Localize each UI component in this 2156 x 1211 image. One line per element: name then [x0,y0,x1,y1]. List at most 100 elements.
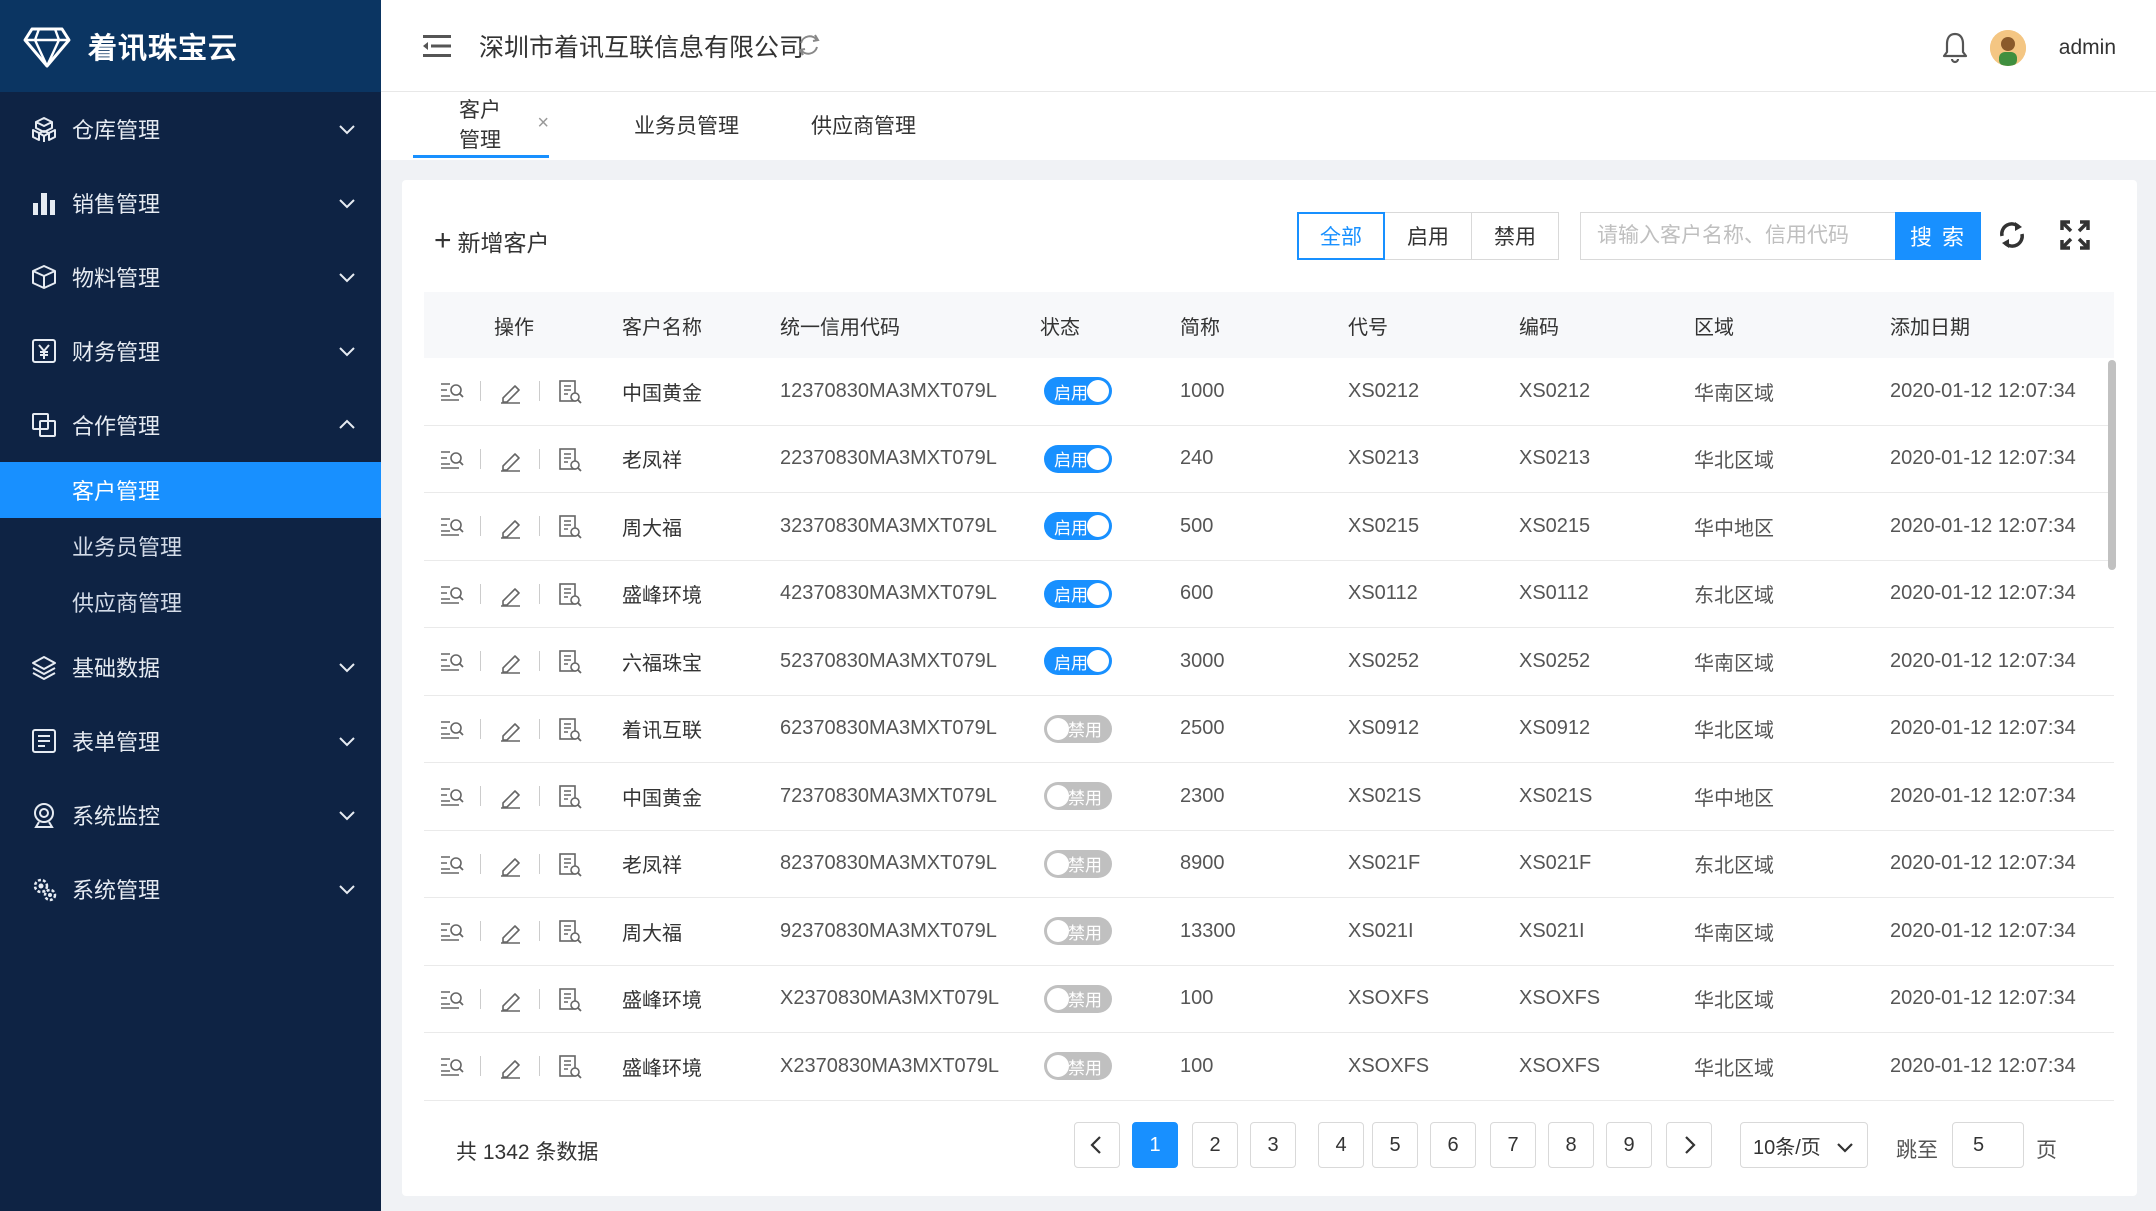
edit-icon[interactable] [497,648,523,675]
notification-bell-icon[interactable] [1940,30,1970,64]
edit-icon[interactable] [497,581,523,607]
document-icon[interactable] [556,851,582,877]
add-customer-button[interactable]: + 新增客户 [434,224,550,258]
document-icon[interactable] [556,986,582,1012]
page-button[interactable]: 2 [1192,1122,1238,1168]
tab-label: 客户管理 [459,98,501,152]
sidebar-item[interactable]: 表单管理 [0,704,381,778]
username[interactable]: admin [2059,36,2116,60]
refresh-icon[interactable] [1995,218,2029,252]
cell-short-name: 100 [1180,987,1214,1010]
edit-icon[interactable] [497,1053,523,1080]
switch-company-icon[interactable] [795,31,823,59]
view-detail-icon[interactable] [438,918,464,944]
sidebar-item[interactable]: 合作管理 [0,388,381,462]
view-detail-icon[interactable] [438,851,464,877]
view-detail-icon[interactable] [438,513,464,539]
sidebar-item[interactable]: 财务管理 [0,314,381,388]
page-button[interactable]: 1 [1132,1122,1178,1168]
edit-icon[interactable] [497,513,523,540]
edit-icon[interactable] [497,986,523,1012]
view-detail-icon[interactable] [438,446,464,472]
status-toggle[interactable]: 启用 [1044,647,1112,676]
page-button[interactable]: 4 [1318,1122,1364,1168]
edit-icon[interactable] [497,918,523,945]
status-toggle[interactable]: 禁用 [1044,849,1112,878]
sidebar-item[interactable]: 系统监控 [0,778,381,852]
sidebar-subitem[interactable]: 供应商管理 [0,574,381,630]
edit-icon[interactable] [497,378,523,405]
page-button[interactable]: 3 [1250,1122,1296,1168]
filter-all-button[interactable]: 全部 [1297,212,1385,260]
user-avatar[interactable] [1990,30,2026,66]
tab-customer[interactable]: 客户管理 × [413,92,549,158]
document-icon[interactable] [556,513,582,539]
sidebar-subitem[interactable]: 客户管理 [0,462,381,518]
sidebar-item[interactable]: 销售管理 [0,166,381,240]
menu-toggle-icon[interactable] [421,32,453,60]
view-detail-icon[interactable] [438,716,464,742]
status-toggle[interactable]: 禁用 [1044,1052,1112,1081]
table-row: 盛峰环境 X2370830MA3MXT079L 禁用 100 XSOXFS XSOXFS 华… [424,966,2114,1033]
cell-code: XS0112 [1519,582,1589,605]
document-icon[interactable] [556,1053,582,1079]
cell-alias: XS0212 [1348,379,1420,402]
page-button[interactable]: 7 [1490,1122,1536,1168]
cell-date: 2020-01-12 12:07:34 [1890,717,2076,740]
document-icon[interactable] [556,648,582,674]
status-toggle[interactable]: 启用 [1044,512,1112,541]
edit-icon[interactable] [497,783,523,810]
close-icon[interactable]: × [537,112,549,135]
cell-customer-name: 盛峰环境 [622,1057,702,1080]
status-toggle[interactable]: 启用 [1044,377,1112,406]
sidebar-subitem[interactable]: 业务员管理 [0,518,381,574]
status-toggle[interactable]: 禁用 [1044,714,1112,743]
status-toggle[interactable]: 启用 [1044,444,1112,473]
view-detail-icon[interactable] [438,581,464,607]
edit-icon[interactable] [497,716,523,742]
status-toggle-label: 禁用 [1068,991,1102,1011]
document-icon[interactable] [556,918,582,944]
tab-salesman[interactable]: 业务员管理 [634,92,739,158]
status-toggle[interactable]: 禁用 [1044,782,1112,811]
document-icon[interactable] [556,581,582,607]
logo[interactable]: 着讯珠宝云 [0,0,381,92]
page-button[interactable]: 6 [1430,1122,1476,1168]
edit-icon[interactable] [497,446,523,472]
sidebar-item[interactable]: 系统管理 [0,852,381,926]
tab-supplier[interactable]: 供应商管理 [811,92,916,158]
fullscreen-icon[interactable] [2058,218,2092,252]
search-button[interactable]: 搜 索 [1895,212,1981,260]
table-scrollbar[interactable] [2108,360,2116,570]
status-toggle[interactable]: 启用 [1044,579,1112,608]
view-detail-icon[interactable] [438,648,464,674]
status-toggle[interactable]: 禁用 [1044,984,1112,1013]
sidebar-item[interactable]: 仓库管理 [0,92,381,166]
sidebar-item[interactable]: 物料管理 [0,240,381,314]
jump-page-input[interactable] [1952,1122,2024,1168]
view-detail-icon[interactable] [438,378,464,404]
document-icon[interactable] [556,783,582,809]
page-button[interactable]: 8 [1548,1122,1594,1168]
filter-enabled-button[interactable]: 启用 [1384,212,1472,260]
filter-disabled-button[interactable]: 禁用 [1471,212,1559,260]
next-page-button[interactable] [1666,1122,1712,1168]
cell-customer-name: 周大福 [622,517,682,540]
page-button[interactable]: 9 [1606,1122,1652,1168]
status-toggle[interactable]: 禁用 [1044,917,1112,946]
view-detail-icon[interactable] [438,986,464,1012]
cell-date: 2020-01-12 12:07:34 [1890,919,2076,942]
document-icon[interactable] [556,446,582,472]
plus-icon: + [434,224,452,257]
view-detail-icon[interactable] [438,1053,464,1079]
edit-icon[interactable] [497,851,523,877]
document-icon[interactable] [556,716,582,742]
prev-page-button[interactable] [1074,1122,1120,1168]
search-input[interactable] [1580,212,1896,260]
view-detail-icon[interactable] [438,783,464,809]
document-icon[interactable] [556,378,582,404]
sidebar-item[interactable]: 基础数据 [0,630,381,704]
cell-credit-code: X2370830MA3MXT079L [780,1054,1000,1077]
page-size-select[interactable]: 10条/页 [1740,1122,1868,1168]
page-button[interactable]: 5 [1372,1122,1418,1168]
